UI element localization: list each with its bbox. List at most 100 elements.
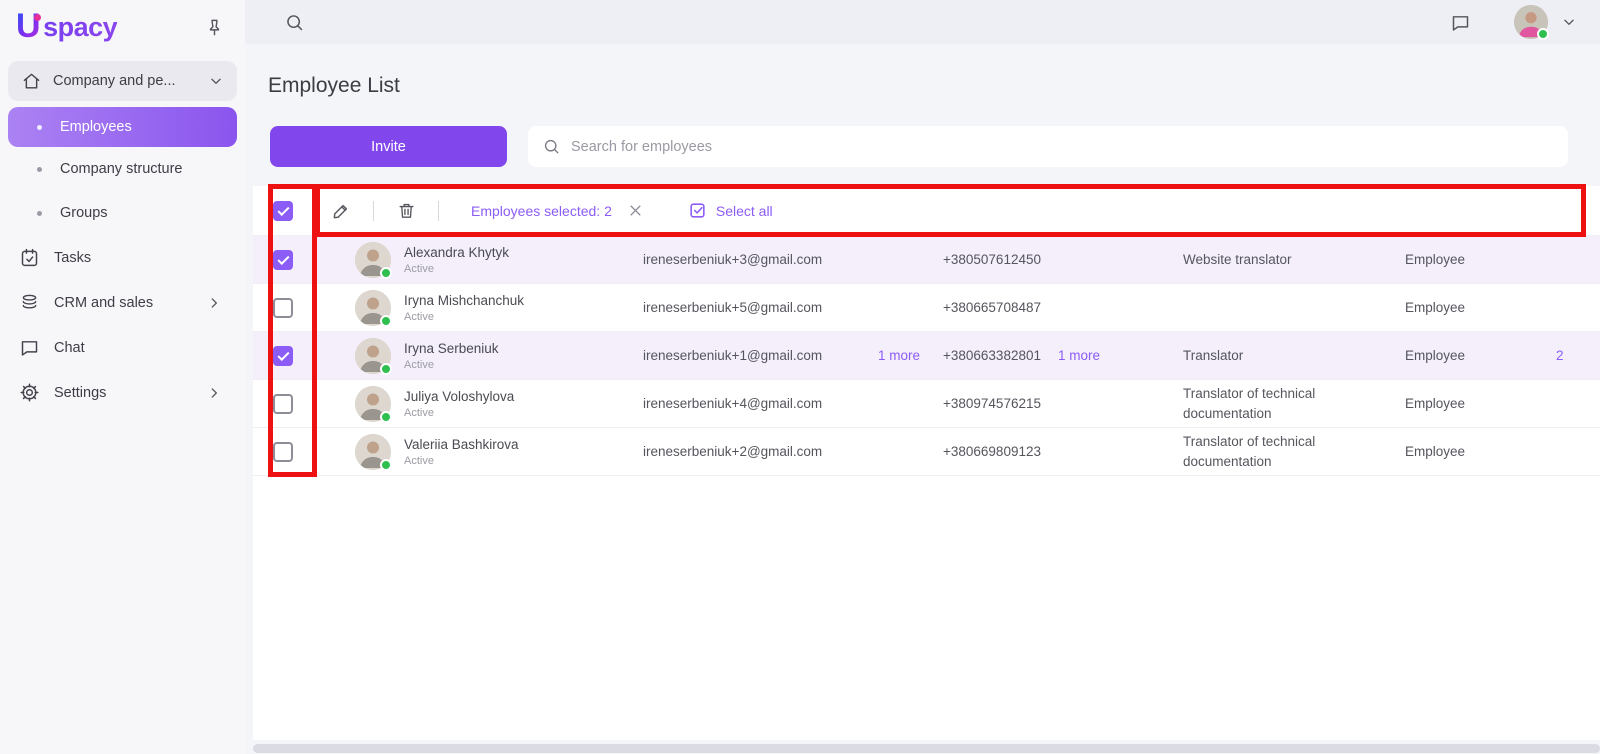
close-icon [628, 203, 643, 218]
clear-selection-button[interactable] [624, 199, 648, 223]
sidebar-item-company-structure[interactable]: Company structure [8, 147, 237, 191]
sidebar-item-groups[interactable]: Groups [8, 191, 237, 235]
chevron-right-icon [207, 296, 221, 310]
search-input[interactable] [571, 139, 1554, 155]
employee-role: Employee [1398, 300, 1548, 315]
phone-more-link[interactable]: 1 more [1058, 348, 1178, 363]
delete-button[interactable] [388, 193, 424, 229]
online-status-dot [380, 315, 392, 327]
employee-name[interactable]: Alexandra Khytyk [404, 245, 509, 260]
sidebar: U spacy Company and pe... Employees Comp… [0, 0, 245, 754]
employee-table: Employees selected: 2 Select all Alexa [253, 186, 1600, 740]
workspace-label: Company and pe... [53, 73, 197, 89]
crm-icon [19, 292, 40, 313]
row-checkbox[interactable] [273, 346, 293, 366]
email-more-link[interactable]: 1 more [878, 348, 943, 363]
uspacy-logo[interactable]: U spacy [16, 12, 117, 43]
select-all-checkbox[interactable] [273, 201, 293, 221]
selected-count-text: Employees selected: 2 [471, 203, 612, 219]
avatar [355, 290, 391, 326]
employee-status: Active [404, 359, 499, 371]
online-status-dot [380, 459, 392, 471]
employee-phone: +380663382801 [943, 348, 1058, 363]
employee-status: Active [404, 311, 524, 323]
employee-email: ireneserbeniuk+4@gmail.com [643, 396, 878, 411]
employee-name[interactable]: Iryna Mishchanchuk [404, 293, 524, 308]
select-all-checkbox-icon [688, 201, 707, 220]
employee-role: Employee [1398, 396, 1548, 411]
row-checkbox[interactable] [273, 394, 293, 414]
row-checkbox[interactable] [273, 442, 293, 462]
selection-toolbar: Employees selected: 2 Select all [253, 186, 1600, 236]
table-body: Alexandra Khytyk Active ireneserbeniuk+3… [253, 236, 1600, 476]
online-status-dot [380, 363, 392, 375]
chat-icon[interactable] [1446, 8, 1474, 36]
edit-button[interactable] [323, 193, 359, 229]
sidebar-item-employees[interactable]: Employees [8, 107, 237, 147]
employee-name[interactable]: Valeriia Bashkirova [404, 437, 519, 452]
employee-search[interactable] [528, 126, 1568, 167]
sidebar-item-chat[interactable]: Chat [8, 325, 237, 370]
employee-position: Translator of technical documentation [1178, 432, 1398, 471]
avatar [355, 434, 391, 470]
chevron-down-icon[interactable] [1560, 8, 1578, 36]
employee-role: Employee [1398, 348, 1548, 363]
row-checkbox[interactable] [273, 250, 293, 270]
chat-icon [19, 337, 40, 358]
sidebar-item-tasks[interactable]: Tasks [8, 235, 237, 280]
employee-email: ireneserbeniuk+1@gmail.com [643, 348, 878, 363]
employee-phone: +380665708487 [943, 300, 1058, 315]
settings-icon [19, 382, 40, 403]
select-all-button[interactable]: Select all [688, 201, 773, 220]
employee-extra-count[interactable]: 2 [1548, 348, 1600, 363]
home-icon [22, 72, 41, 91]
trash-icon [397, 201, 416, 220]
employee-name[interactable]: Iryna Serbeniuk [404, 341, 499, 356]
logo-dot [34, 14, 41, 21]
horizontal-scrollbar[interactable] [253, 744, 1600, 753]
pencil-icon [331, 201, 351, 221]
select-all-label: Select all [716, 203, 773, 219]
employee-phone: +380669809123 [943, 444, 1058, 459]
employee-name[interactable]: Juliya Voloshylova [404, 389, 514, 404]
bullet-icon [37, 211, 42, 216]
bullet-icon [37, 167, 42, 172]
main-area: Employee List Invite Employees selected:… [245, 0, 1600, 754]
sidebar-item-label: Tasks [54, 250, 221, 266]
content: Employee List Invite Employees selected:… [245, 44, 1600, 754]
avatar [355, 386, 391, 422]
divider [373, 201, 374, 221]
table-row[interactable]: Iryna Serbeniuk Active ireneserbeniuk+1@… [253, 332, 1600, 380]
row-checkbox[interactable] [273, 298, 293, 318]
table-row[interactable]: Valeriia Bashkirova Active ireneserbeniu… [253, 428, 1600, 476]
employee-position: Translator [1178, 346, 1398, 366]
avatar [355, 242, 391, 278]
chevron-right-icon [207, 386, 221, 400]
employee-status: Active [404, 455, 519, 467]
workspace-switcher[interactable]: Company and pe... [8, 61, 237, 101]
table-row[interactable]: Juliya Voloshylova Active ireneserbeniuk… [253, 380, 1600, 428]
table-row[interactable]: Iryna Mishchanchuk Active ireneserbeniuk… [253, 284, 1600, 332]
online-status-dot [1537, 28, 1549, 40]
employee-role: Employee [1398, 252, 1548, 267]
global-search-icon[interactable] [280, 8, 308, 36]
sidebar-item-label: Employees [60, 119, 132, 135]
online-status-dot [380, 267, 392, 279]
chevron-down-icon [209, 74, 223, 88]
employee-phone: +380507612450 [943, 252, 1058, 267]
sidebar-item-label: Company structure [60, 161, 183, 177]
page-title: Employee List [268, 74, 400, 98]
sidebar-item-crm[interactable]: CRM and sales [8, 280, 237, 325]
employee-role: Employee [1398, 444, 1548, 459]
employee-email: ireneserbeniuk+2@gmail.com [643, 444, 878, 459]
sidebar-item-settings[interactable]: Settings [8, 370, 237, 415]
topbar [245, 0, 1600, 44]
pin-icon[interactable] [201, 15, 227, 41]
sidebar-item-label: Groups [60, 205, 108, 221]
table-row[interactable]: Alexandra Khytyk Active ireneserbeniuk+3… [253, 236, 1600, 284]
avatar [355, 338, 391, 374]
user-avatar[interactable] [1514, 5, 1548, 39]
employee-position: Translator of technical documentation [1178, 384, 1398, 423]
invite-button[interactable]: Invite [270, 126, 507, 167]
sidebar-item-label: Settings [54, 385, 193, 401]
